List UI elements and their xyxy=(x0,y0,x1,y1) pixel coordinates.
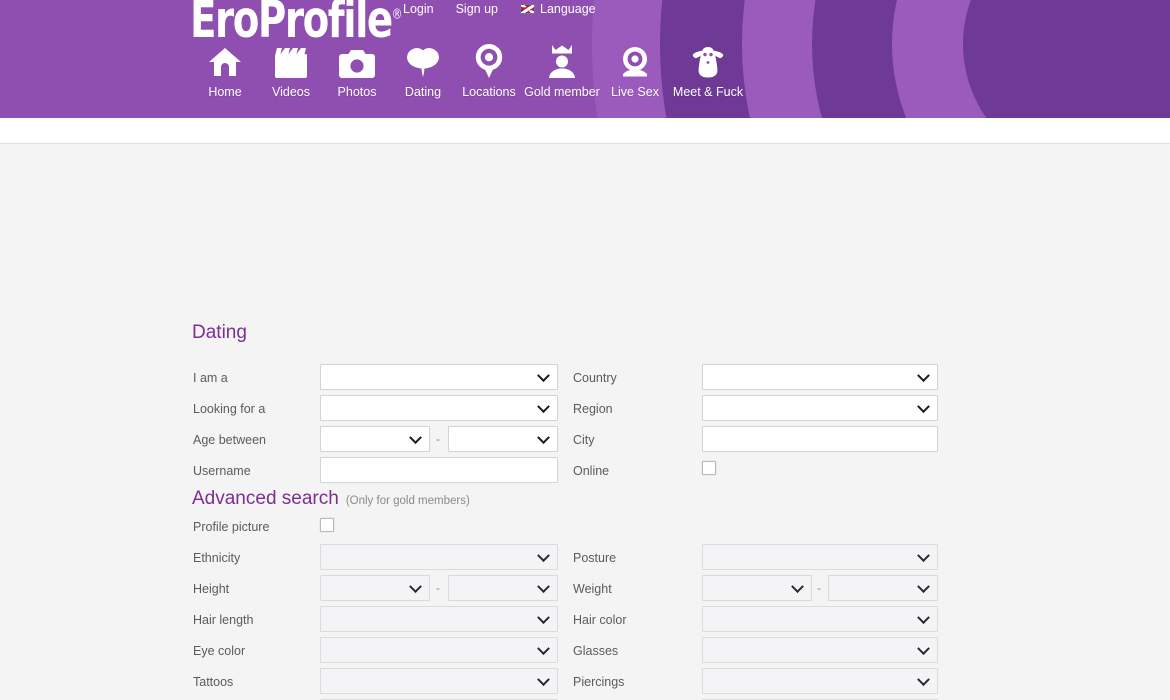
header-white-band xyxy=(0,118,1170,143)
section-title-dating: Dating xyxy=(192,322,247,343)
nav-label-home: Home xyxy=(208,85,242,99)
select-height-to[interactable] xyxy=(448,575,558,601)
checkbox-online[interactable] xyxy=(702,461,716,475)
height-range-separator: - xyxy=(436,581,440,595)
content-top-divider xyxy=(0,143,1170,144)
language-selector[interactable]: Language xyxy=(520,2,596,16)
select-posture[interactable] xyxy=(702,544,938,570)
select-hair-color[interactable] xyxy=(702,606,938,632)
label-profile-picture: Profile picture xyxy=(193,520,270,534)
label-tattoos: Tattoos xyxy=(193,675,234,689)
language-label: Language xyxy=(540,2,596,16)
nav-item-home[interactable]: Home xyxy=(192,44,258,99)
select-hair-length[interactable] xyxy=(320,606,558,632)
nav-item-live-sex[interactable]: Live Sex xyxy=(602,44,668,99)
select-ethnicity[interactable] xyxy=(320,544,558,570)
select-tattoos[interactable] xyxy=(320,668,558,694)
label-weight: Weight xyxy=(573,582,612,596)
checkbox-profile-picture[interactable] xyxy=(320,518,334,532)
weight-range-separator: - xyxy=(817,581,821,595)
label-ethnicity: Ethnicity xyxy=(193,551,241,565)
select-region[interactable] xyxy=(702,395,938,421)
signup-link[interactable]: Sign up xyxy=(456,2,498,16)
select-country[interactable] xyxy=(702,364,938,390)
label-piercings: Piercings xyxy=(573,675,625,689)
map-pin-icon xyxy=(474,44,504,78)
label-i-am-a: I am a xyxy=(193,371,228,385)
label-age-between: Age between xyxy=(193,433,266,447)
age-range-separator: - xyxy=(436,432,440,446)
nav-item-meet-and-fuck[interactable]: Meet & Fuck xyxy=(668,44,748,99)
label-looking-for-a: Looking for a xyxy=(193,402,266,416)
nav-item-gold-member[interactable]: Gold member xyxy=(522,44,602,99)
header-top-links: Login Sign up Language xyxy=(403,2,596,16)
site-header: EroProfile® Login Sign up Language Home xyxy=(0,0,1170,118)
heart-icon xyxy=(406,44,440,78)
nav-item-videos[interactable]: Videos xyxy=(258,44,324,99)
label-height: Height xyxy=(193,582,230,596)
crown-person-icon xyxy=(545,44,579,78)
nav-label-locations: Locations xyxy=(462,85,516,99)
label-eye-color: Eye color xyxy=(193,644,246,658)
nav-item-dating[interactable]: Dating xyxy=(390,44,456,99)
nav-item-photos[interactable]: Photos xyxy=(324,44,390,99)
select-weight-from[interactable] xyxy=(702,575,812,601)
input-username[interactable] xyxy=(320,457,558,483)
label-city: City xyxy=(573,433,595,447)
nav-label-gold-member: Gold member xyxy=(524,85,600,99)
camera-icon xyxy=(339,44,375,78)
registered-mark-icon: ® xyxy=(391,5,403,23)
label-online: Online xyxy=(573,464,610,478)
select-i-am-a[interactable] xyxy=(320,364,558,390)
webcam-icon xyxy=(619,44,651,78)
select-height-from[interactable] xyxy=(320,575,430,601)
torso-icon xyxy=(691,44,725,78)
section-title-advanced-search: Advanced search (Only for gold members) xyxy=(192,488,470,510)
home-icon xyxy=(208,44,242,78)
input-city[interactable] xyxy=(702,426,938,452)
label-hair-length: Hair length xyxy=(193,613,254,627)
label-region: Region xyxy=(573,402,613,416)
advanced-search-title-text: Advanced search xyxy=(192,488,339,509)
select-age-to[interactable] xyxy=(448,426,558,452)
main-nav: Home Videos Photos Dating Locations Gold… xyxy=(192,44,748,99)
select-piercings[interactable] xyxy=(702,668,938,694)
label-username: Username xyxy=(193,464,251,478)
label-posture: Posture xyxy=(573,551,617,565)
select-looking-for-a[interactable] xyxy=(320,395,558,421)
select-glasses[interactable] xyxy=(702,637,938,663)
nav-label-videos: Videos xyxy=(272,85,310,99)
nav-label-photos: Photos xyxy=(337,85,377,99)
label-hair-color: Hair color xyxy=(573,613,627,627)
select-age-from[interactable] xyxy=(320,426,430,452)
label-country: Country xyxy=(573,371,617,385)
nav-item-locations[interactable]: Locations xyxy=(456,44,522,99)
login-link[interactable]: Login xyxy=(403,2,434,16)
select-eye-color[interactable] xyxy=(320,637,558,663)
label-glasses: Glasses xyxy=(573,644,619,658)
uk-flag-icon xyxy=(520,4,535,14)
nav-label-live-sex: Live Sex xyxy=(611,85,659,99)
site-logo[interactable]: EroProfile® xyxy=(190,0,402,50)
nav-label-dating: Dating xyxy=(404,85,442,99)
film-clapper-icon xyxy=(273,44,309,78)
nav-label-meet-and-fuck: Meet & Fuck xyxy=(672,85,744,99)
site-logo-text: EroProfile xyxy=(190,0,393,50)
advanced-search-note: (Only for gold members) xyxy=(345,495,470,507)
select-weight-to[interactable] xyxy=(828,575,938,601)
